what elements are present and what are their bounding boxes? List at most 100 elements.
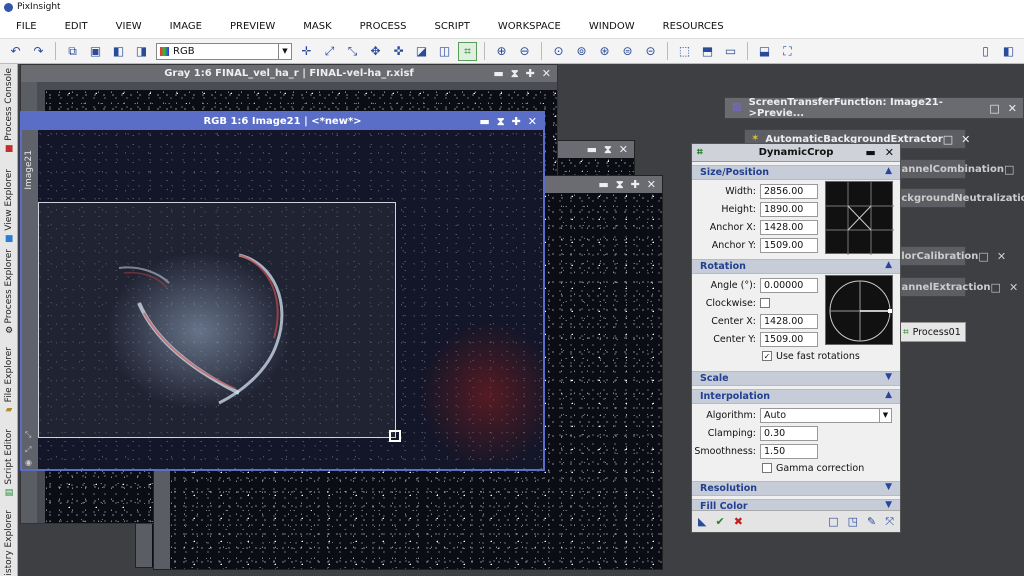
- tab-file-explorer[interactable]: File Explorer ▰: [0, 347, 18, 415]
- readout-icon[interactable]: ◫: [435, 42, 454, 61]
- restore-icon[interactable]: ⧗: [604, 143, 612, 157]
- lock-icon[interactable]: ◉: [25, 458, 34, 467]
- window-titlebar[interactable]: RGB 1:6 Image21 | <*new*>: [22, 113, 543, 130]
- zoom-optimal-icon[interactable]: ⊜: [618, 42, 637, 61]
- menu-resources[interactable]: RESOURCES: [663, 21, 724, 32]
- algorithm-select[interactable]: Auto ▼: [760, 407, 892, 423]
- close-icon[interactable]: ✕: [542, 67, 551, 80]
- process-icon-stf[interactable]: ▧ ScreenTransferFunction: Image21->Previ…: [724, 97, 1024, 119]
- edit-instance-icon[interactable]: ◳: [848, 515, 858, 529]
- new-instance-icon[interactable]: ◣: [698, 515, 706, 528]
- minimize-icon[interactable]: ▬: [598, 178, 608, 191]
- crosshair-icon[interactable]: ✛: [297, 42, 316, 61]
- clockwise-checkbox[interactable]: [760, 298, 770, 308]
- center-y-field[interactable]: 1509.00: [760, 331, 818, 347]
- menu-edit[interactable]: EDIT: [65, 21, 88, 32]
- browse-documentation-icon[interactable]: □: [828, 515, 838, 529]
- edit-preview-icon[interactable]: ⬒: [698, 42, 717, 61]
- new-preview-icon[interactable]: ⬚: [675, 42, 694, 61]
- restore-icon[interactable]: □: [991, 281, 1001, 294]
- restore-icon[interactable]: □: [1004, 163, 1014, 176]
- zoom-1-1-icon[interactable]: ⊙: [549, 42, 568, 61]
- screen-transfer-icon[interactable]: ◧: [109, 42, 128, 61]
- rgb-channels-icon[interactable]: ◨: [132, 42, 151, 61]
- menu-mask[interactable]: MASK: [303, 21, 331, 32]
- clone-view-icon[interactable]: ⧉: [63, 42, 82, 61]
- tab-view-explorer[interactable]: View Explorer ■: [0, 169, 18, 244]
- close-icon[interactable]: ✕: [961, 133, 970, 146]
- collapse-icon[interactable]: ▲: [885, 390, 892, 400]
- dynamic-crop-mode-icon[interactable]: ⌗: [458, 41, 477, 61]
- minimize-icon[interactable]: ▬: [479, 115, 489, 128]
- minimize-icon[interactable]: ▬: [587, 143, 597, 156]
- redo-icon[interactable]: ↷: [29, 42, 48, 61]
- maximize-icon[interactable]: ✚: [631, 178, 640, 191]
- anchor-x-field[interactable]: 1428.00: [760, 219, 818, 235]
- zoom-fit-view-icon[interactable]: ⊛: [595, 42, 614, 61]
- menu-image[interactable]: IMAGE: [170, 21, 202, 32]
- menu-file[interactable]: FILE: [16, 21, 37, 32]
- restore-icon[interactable]: □: [978, 250, 988, 263]
- channel-select[interactable]: RGB ▼: [156, 42, 292, 60]
- smoothness-field[interactable]: 1.50: [760, 443, 818, 459]
- anchor-y-field[interactable]: 1509.00: [760, 237, 818, 253]
- dynamic-crop-titlebar[interactable]: ⌗ DynamicCrop ▬ ✕: [692, 144, 900, 162]
- zoom-fit-icon[interactable]: ⤢: [320, 42, 339, 61]
- restore-icon[interactable]: □: [943, 133, 953, 146]
- section-rotation[interactable]: Rotation ▲: [692, 259, 900, 274]
- collapse-icon[interactable]: ▲: [885, 166, 892, 176]
- tab-process-explorer[interactable]: Process Explorer ⚙: [0, 249, 18, 336]
- section-scale[interactable]: Scale ▼: [692, 371, 900, 386]
- maximize-icon[interactable]: ✚: [512, 115, 521, 128]
- menu-preview[interactable]: PREVIEW: [230, 21, 275, 32]
- frame-icon[interactable]: ⬓: [755, 42, 774, 61]
- expand-icon[interactable]: ▼: [885, 500, 892, 510]
- section-size-position[interactable]: Size/Position ▲: [692, 165, 900, 180]
- undo-icon[interactable]: ↶: [6, 42, 25, 61]
- gamma-checkbox[interactable]: [762, 463, 772, 473]
- lock-icon[interactable]: ▯: [976, 42, 995, 61]
- layout-icon[interactable]: ◧: [999, 42, 1018, 61]
- preferences-icon[interactable]: ✎: [867, 515, 876, 529]
- shade-icon[interactable]: ▬: [865, 146, 875, 159]
- cancel-icon[interactable]: ✖: [734, 515, 743, 528]
- zoom-shrink-icon[interactable]: ⤡: [343, 42, 362, 61]
- center-x-field[interactable]: 1428.00: [760, 313, 818, 329]
- reset-icon[interactable]: ⤧: [885, 515, 894, 529]
- crop-anchor-handle[interactable]: [389, 430, 401, 442]
- image-side-tab[interactable]: Image21 ⤡ ⤢ ◉: [22, 130, 38, 469]
- crop-rectangle[interactable]: [38, 202, 396, 438]
- collapse-icon[interactable]: ▲: [885, 260, 892, 270]
- image-window-rgb[interactable]: RGB 1:6 Image21 | <*new*> ▬ ⧗ ✚ ✕ Image2…: [20, 111, 545, 471]
- width-field[interactable]: 2856.00: [760, 183, 818, 199]
- expand-icon[interactable]: ▼: [885, 482, 892, 492]
- fast-rotations-checkbox[interactable]: ✓: [762, 351, 772, 361]
- apply-icon[interactable]: ✔: [715, 515, 724, 528]
- zoom-view-icon[interactable]: ⊝: [641, 42, 660, 61]
- tab-script-editor[interactable]: Script Editor ▤: [0, 429, 18, 498]
- close-icon[interactable]: ✕: [528, 115, 537, 128]
- zoom-2-1-icon[interactable]: ⊚: [572, 42, 591, 61]
- section-interpolation[interactable]: Interpolation ▲: [692, 389, 900, 404]
- veil-nebula-image[interactable]: [38, 130, 543, 469]
- close-icon[interactable]: ✕: [1008, 102, 1017, 115]
- menu-view[interactable]: VIEW: [116, 21, 142, 32]
- menu-window[interactable]: WINDOW: [589, 21, 635, 32]
- zoom-out-icon[interactable]: ⊖: [515, 42, 534, 61]
- menu-workspace[interactable]: WORKSPACE: [498, 21, 561, 32]
- maximize-icon[interactable]: ✚: [526, 67, 535, 80]
- restore-icon[interactable]: □: [989, 102, 999, 115]
- menu-script[interactable]: SCRIPT: [435, 21, 470, 32]
- close-icon[interactable]: ✕: [1009, 281, 1018, 294]
- tab-history-explorer[interactable]: History Explorer: [0, 510, 18, 576]
- angle-field[interactable]: 0.00000: [760, 277, 818, 293]
- resize-icon[interactable]: ⤢: [25, 445, 34, 454]
- restore-icon[interactable]: ⧗: [511, 67, 519, 81]
- restore-icon[interactable]: ⧗: [616, 178, 624, 192]
- close-icon[interactable]: ✕: [647, 178, 656, 191]
- expand-icon[interactable]: ▼: [885, 372, 892, 382]
- zoom-in-icon[interactable]: ⊕: [492, 42, 511, 61]
- section-resolution[interactable]: Resolution ▼: [692, 481, 900, 496]
- process-icon-process01[interactable]: ⌗ Process01: [898, 322, 966, 342]
- center-icon[interactable]: ✜: [389, 42, 408, 61]
